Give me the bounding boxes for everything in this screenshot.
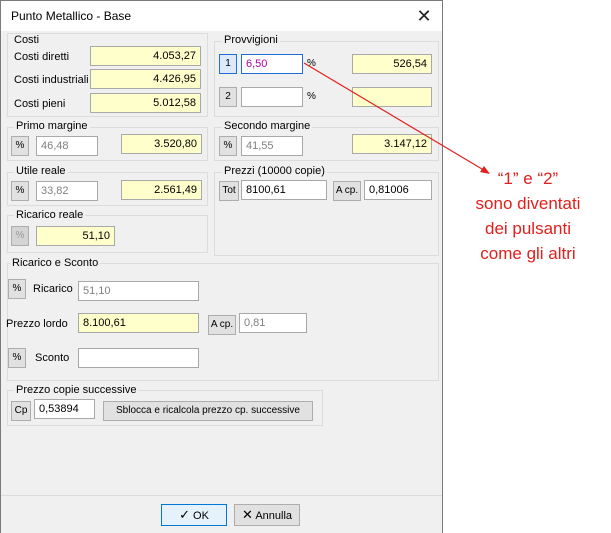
secondo-margine-pct-value[interactable]: 41,55 (241, 136, 303, 156)
cp-value[interactable]: 0,53894 (34, 399, 95, 419)
secondo-margine-value[interactable]: 3.147,12 (352, 134, 432, 154)
primo-margine-label: Primo margine (14, 120, 90, 132)
prezzo-lordo-value[interactable]: 8.100,61 (78, 313, 199, 333)
sconto-value[interactable] (78, 348, 199, 368)
ok-button[interactable]: ✓ OK (161, 504, 227, 526)
utile-reale-pct-button[interactable]: % (11, 181, 29, 201)
provvigioni-2-input[interactable] (241, 87, 303, 107)
annotation-line-2: sono diventati (475, 194, 581, 213)
ricarico-reale-value[interactable]: 51,10 (36, 226, 115, 246)
sblocca-ricalcola-button[interactable]: Sblocca e ricalcola prezzo cp. successiv… (103, 401, 313, 421)
ricarico-sconto-label: Ricarico e Sconto (10, 257, 101, 269)
costi-diretti-value[interactable]: 4.053,27 (90, 46, 201, 66)
cancel-label: Annulla (255, 510, 293, 522)
provvigioni-2-button[interactable]: 2 (219, 87, 237, 107)
primo-margine-pct-value[interactable]: 46,48 (36, 136, 98, 156)
cancel-x-icon: ✕ (241, 507, 253, 522)
prezzi-tot-value[interactable]: 8100,61 (241, 180, 327, 200)
prezzo-lordo-label: Prezzo lordo (6, 318, 68, 330)
ricarico-reale-label: Ricarico reale (14, 209, 86, 221)
ricarico-reale-pct-button: % (11, 226, 29, 246)
costi-industriali-label: Costi industriali (14, 74, 89, 86)
annotation-text: “1” e “2” sono diventati dei pulsanti co… (448, 166, 608, 266)
provvigioni-2-unit: % (307, 91, 316, 102)
provvigioni-1-button[interactable]: 1 (219, 54, 237, 74)
prezzi-acp-button[interactable]: A cp. (333, 181, 361, 201)
provvigioni-2-value[interactable] (352, 87, 432, 107)
prezzi-tot-button[interactable]: Tot (219, 181, 239, 201)
costi-group-label: Costi (14, 34, 40, 46)
primo-margine-pct-button[interactable]: % (11, 136, 29, 156)
annotation-line-1: “1” e “2” (497, 169, 559, 188)
check-icon: ✓ (179, 507, 190, 522)
provvigioni-group-label: Provvigioni (222, 34, 280, 46)
dialog-window: Punto Metallico - Base ✕ Costi Costi dir… (0, 0, 443, 533)
prezzi-label: Prezzi (10000 copie) (222, 165, 327, 177)
title-bar: Punto Metallico - Base ✕ (1, 1, 442, 31)
costi-pieni-value[interactable]: 5.012,58 (90, 93, 201, 113)
ricarico-value[interactable]: 51,10 (78, 281, 199, 301)
window-title: Punto Metallico - Base (11, 9, 132, 23)
ok-label: OK (193, 510, 209, 522)
costi-industriali-value[interactable]: 4.426,95 (90, 69, 201, 89)
primo-margine-value[interactable]: 3.520,80 (121, 134, 202, 154)
utile-reale-label: Utile reale (14, 165, 68, 177)
ricarico-sconto-acp-value[interactable]: 0,81 (239, 313, 307, 333)
provvigioni-1-value[interactable]: 526,54 (352, 54, 432, 74)
annotation-line-3: dei pulsanti (484, 219, 571, 238)
secondo-margine-pct-button[interactable]: % (219, 136, 237, 156)
costi-pieni-label: Costi pieni (14, 98, 66, 110)
prezzo-copie-label: Prezzo copie successive (14, 384, 139, 396)
ricarico-sconto-acp-button[interactable]: A cp. (208, 315, 236, 335)
annotation-line-4: come gli altri (480, 244, 576, 263)
sconto-label: Sconto (35, 352, 70, 364)
ricarico-label: Ricarico (33, 283, 73, 295)
utile-reale-pct-value[interactable]: 33,82 (36, 181, 98, 201)
prezzi-acp-value[interactable]: 0,81006 (364, 180, 432, 200)
ricarico-pct-button[interactable]: % (8, 279, 26, 299)
cancel-button[interactable]: ✕ Annulla (234, 504, 300, 526)
provvigioni-1-unit: % (307, 58, 316, 69)
secondo-margine-label: Secondo margine (222, 120, 313, 132)
close-icon[interactable]: ✕ (412, 4, 436, 28)
sconto-pct-button[interactable]: % (8, 348, 26, 368)
provvigioni-1-input[interactable]: 6,50 (241, 54, 303, 74)
cp-button[interactable]: Cp (11, 401, 31, 421)
costi-diretti-label: Costi diretti (14, 51, 70, 63)
utile-reale-value[interactable]: 2.561,49 (121, 180, 202, 200)
